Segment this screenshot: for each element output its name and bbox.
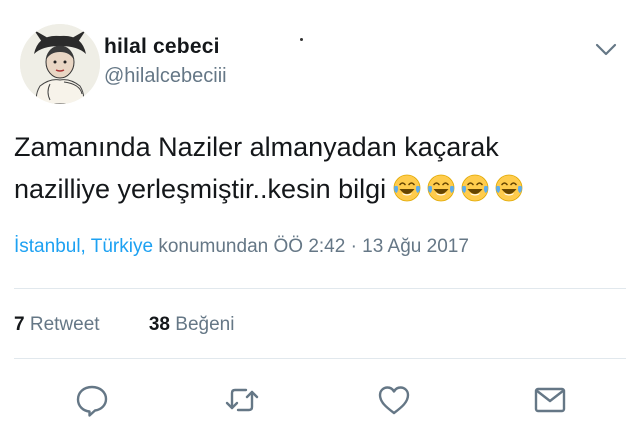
like-label: Beğeni <box>175 314 235 335</box>
retweet-icon[interactable] <box>224 382 260 418</box>
tweet-card: hilal cebeci @hilalcebeciii Zamanında Na… <box>0 0 640 440</box>
user-handle[interactable]: @hilalcebeciii <box>104 65 227 88</box>
divider-top <box>14 288 626 289</box>
location-link[interactable]: İstanbul, Türkiye <box>14 236 153 257</box>
face-with-tears-of-joy-icon <box>392 173 422 203</box>
action-bar <box>14 382 626 426</box>
like-count: 38 <box>148 314 170 335</box>
face-with-tears-of-joy-icon <box>460 173 490 203</box>
retweet-label: Retweet <box>29 314 100 335</box>
display-name[interactable]: hilal cebeci <box>104 35 227 59</box>
user-names: hilal cebeci @hilalcebeciii <box>104 35 227 88</box>
retweet-stat[interactable]: 7 Retweet <box>14 314 100 336</box>
tweet-header: hilal cebeci @hilalcebeciii <box>14 20 626 110</box>
timestamp-text: konumundan ÖÖ 2:42 · 13 Ağu 2017 <box>153 236 469 257</box>
tweet-meta: İstanbul, Türkiye konumundan ÖÖ 2:42 · 1… <box>14 236 626 258</box>
chevron-down-icon[interactable] <box>594 42 618 58</box>
divider-bottom <box>14 358 626 359</box>
tweet-stats: 7 Retweet 38 Beğeni <box>14 314 278 336</box>
message-icon[interactable] <box>532 382 568 418</box>
reply-icon[interactable] <box>74 382 110 418</box>
face-with-tears-of-joy-icon <box>494 173 524 203</box>
like-stat[interactable]: 38 Beğeni <box>149 314 235 336</box>
avatar-image <box>20 24 100 104</box>
tweet-text: Zamanında Naziler almanyadan kaçarak naz… <box>14 126 614 210</box>
like-icon[interactable] <box>376 382 412 418</box>
face-with-tears-of-joy-icon <box>426 173 456 203</box>
speck-dot <box>300 38 303 41</box>
avatar[interactable] <box>20 24 100 104</box>
emoji-group <box>392 173 524 203</box>
retweet-count: 7 <box>14 314 25 335</box>
